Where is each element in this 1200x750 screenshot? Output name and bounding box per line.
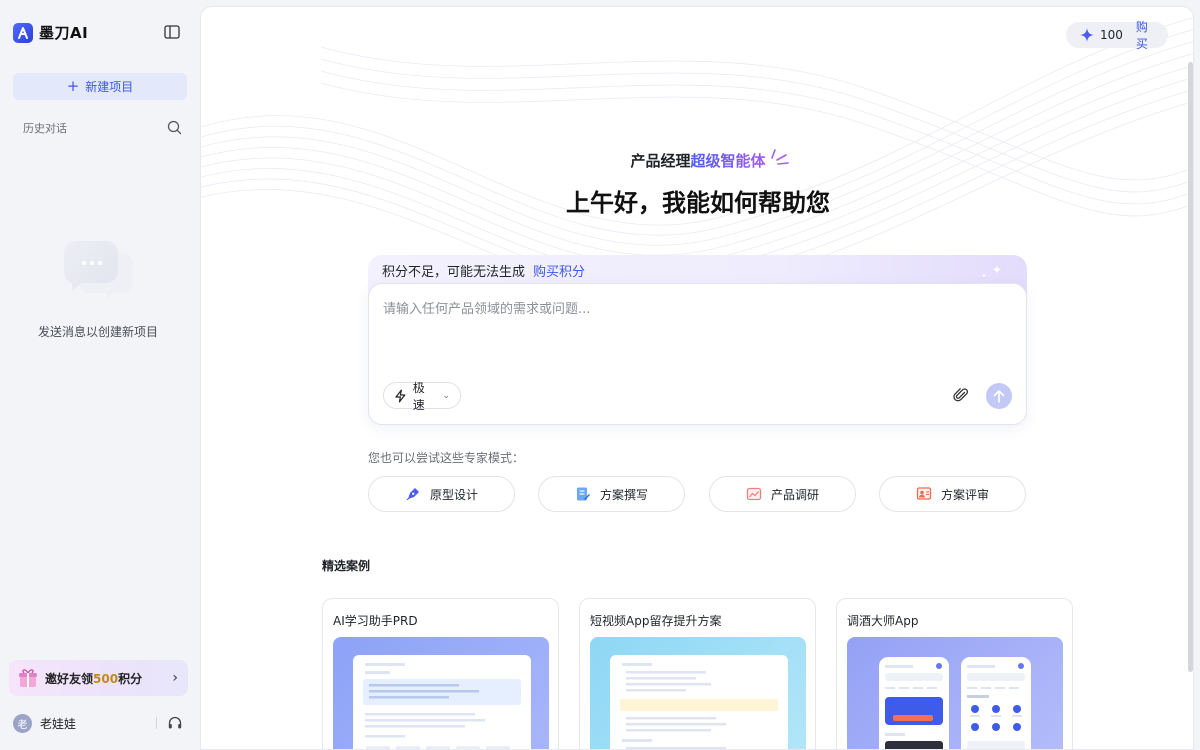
headset-icon[interactable] xyxy=(167,715,183,731)
document-edit-icon xyxy=(576,487,590,501)
phone-preview xyxy=(961,657,1031,749)
review-board-icon xyxy=(916,487,932,500)
greeting-heading: 上午好，我能如何帮助您 xyxy=(566,189,830,217)
expert-mode-label: 原型设计 xyxy=(429,487,478,502)
expert-mode-label: 方案评审 xyxy=(940,487,989,502)
case-card[interactable]: 调酒大师App xyxy=(836,598,1073,749)
invite-text: 邀好友领500积分 xyxy=(45,670,172,687)
chat-bubble-icon xyxy=(63,239,134,299)
expert-modes-label: 您也可以尝试这些专家模式： xyxy=(368,451,525,465)
document-preview xyxy=(353,655,531,749)
speed-mode-dropdown[interactable]: 极速 ⌄ xyxy=(383,381,461,412)
invite-prefix: 邀好友领 xyxy=(45,671,94,686)
chevron-right-icon: › xyxy=(172,670,178,686)
search-icon[interactable] xyxy=(167,120,183,136)
expert-mode-prototype[interactable]: 原型设计 xyxy=(368,476,515,512)
chevron-down-icon: ⌄ xyxy=(442,390,450,401)
case-card[interactable]: AI学习助手PRD xyxy=(322,598,559,749)
expert-mode-research[interactable]: 产品调研 xyxy=(709,476,856,512)
credit-warning: 积分不足，可能无法生成 购买积分 xyxy=(382,261,585,280)
user-name: 老娃娃 xyxy=(40,716,77,731)
plus-icon: + xyxy=(66,77,80,95)
invite-amount: 500 xyxy=(93,671,119,686)
buy-credits-link[interactable]: 购买 xyxy=(1136,18,1158,52)
featured-cases-title: 精选案例 xyxy=(322,559,371,573)
user-profile[interactable]: 老 老娃娃 xyxy=(13,712,183,734)
expert-mode-review[interactable]: 方案评审 xyxy=(879,476,1026,512)
sparkle-icon xyxy=(1080,28,1094,42)
sidebar-toggle-icon[interactable] xyxy=(164,24,182,40)
composer: 极速 ⌄ xyxy=(368,283,1027,425)
new-project-label: 新建项目 xyxy=(85,80,134,94)
sparkle-decor-icon xyxy=(981,265,1002,278)
send-button[interactable] xyxy=(986,383,1012,409)
expert-mode-label: 方案撰写 xyxy=(599,487,648,502)
gift-icon xyxy=(17,667,39,689)
case-title: 短视频App留存提升方案 xyxy=(590,614,722,628)
new-project-button[interactable]: + 新建项目 xyxy=(13,73,187,100)
case-thumbnail xyxy=(847,637,1063,749)
credit-warning-text: 积分不足，可能无法生成 xyxy=(382,265,526,280)
case-card[interactable]: 短视频App留存提升方案 xyxy=(579,598,816,749)
sparkle-rays-icon xyxy=(771,149,789,165)
pen-nib-icon xyxy=(406,488,419,501)
case-title: AI学习助手PRD xyxy=(333,614,418,628)
phone-preview xyxy=(879,657,949,749)
arrow-up-icon xyxy=(993,389,1005,403)
credits-pill: 100 购买 xyxy=(1066,20,1168,51)
brand[interactable]: 墨刀AI xyxy=(13,22,88,43)
brand-name: 墨刀AI xyxy=(39,24,89,42)
divider xyxy=(156,717,157,729)
chart-image-icon xyxy=(746,487,762,501)
brand-logo-icon xyxy=(13,22,33,43)
paperclip-icon[interactable] xyxy=(953,387,969,403)
speed-mode-label: 极速 xyxy=(412,380,425,412)
tagline-prefix: 产品经理 xyxy=(630,152,691,170)
expert-mode-label: 产品调研 xyxy=(770,487,819,502)
tagline-highlight: 超级智能体 xyxy=(690,152,766,170)
empty-state-text: 发送消息以创建新项目 xyxy=(37,325,158,339)
expert-mode-proposal[interactable]: 方案撰写 xyxy=(538,476,685,512)
history-header: 历史对话 xyxy=(23,119,183,137)
prompt-input[interactable] xyxy=(383,298,1003,358)
sidebar: 墨刀AI + 新建项目 历史对话 发送消息以创建新项目 邀好友领500积分 › xyxy=(0,0,200,750)
lightning-icon xyxy=(395,389,406,402)
credits-count: 100 xyxy=(1100,28,1123,42)
tagline: 产品经理超级智能体 xyxy=(201,150,1193,171)
composer-container: 积分不足，可能无法生成购买积分 极速 ⌄ xyxy=(368,255,1027,425)
invite-suffix: 积分 xyxy=(118,671,143,686)
case-thumbnail xyxy=(333,637,549,749)
buy-points-link[interactable]: 购买积分 xyxy=(533,265,585,280)
main-panel: 100 购买 产品经理超级智能体 上午好，我能如何帮助您 积分不足，可能无法生成… xyxy=(200,6,1194,750)
avatar: 老 xyxy=(13,713,32,733)
document-preview xyxy=(610,655,788,749)
case-thumbnail xyxy=(590,637,806,749)
case-title: 调酒大师App xyxy=(847,614,919,628)
history-label: 历史对话 xyxy=(23,122,67,135)
invite-friends-banner[interactable]: 邀好友领500积分 › xyxy=(9,660,188,696)
